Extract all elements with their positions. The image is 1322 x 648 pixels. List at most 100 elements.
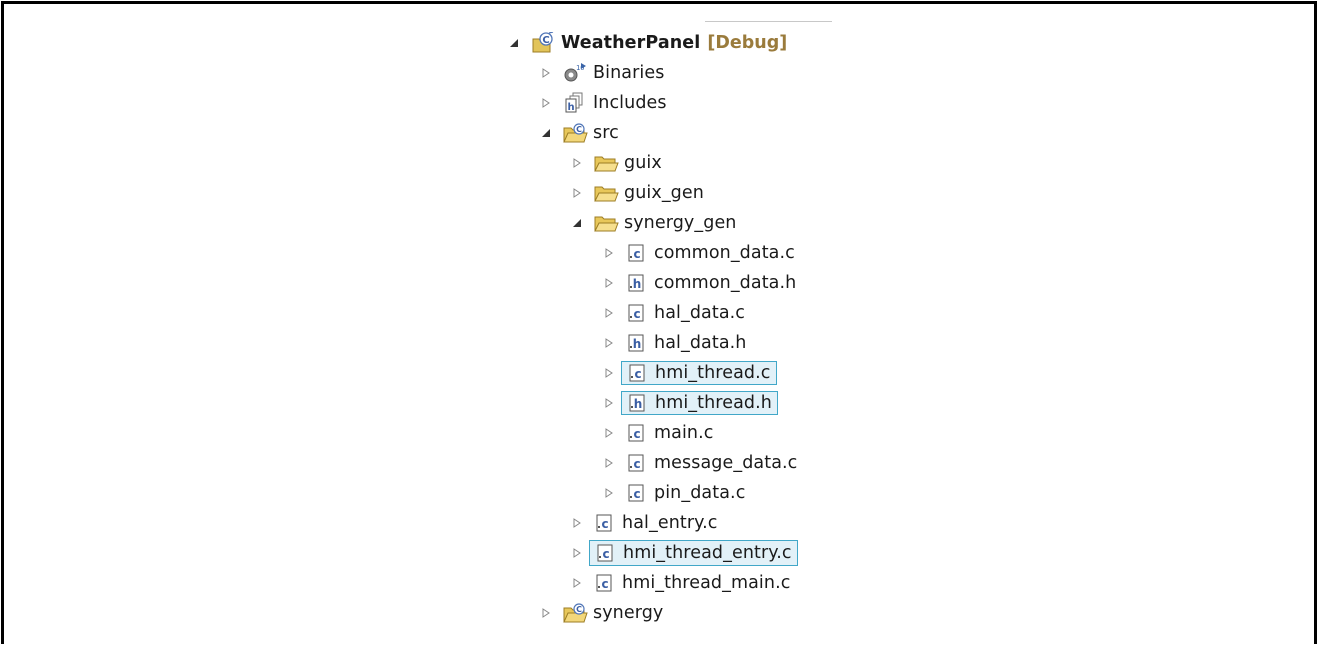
tree-item-file[interactable]: c hal_data.c (602, 299, 745, 327)
svg-text:c: c (633, 487, 640, 501)
tree-item-file[interactable]: c message_data.c (602, 449, 797, 477)
collapsed-arrow-icon[interactable] (570, 186, 584, 200)
tree-item-label: synergy (593, 603, 664, 623)
collapsed-arrow-icon[interactable] (602, 396, 616, 410)
tree-item-label: guix_gen (624, 183, 704, 203)
selection-highlight: c hmi_thread_entry.c (589, 540, 798, 566)
collapsed-arrow-icon[interactable] (602, 366, 616, 380)
tree-item-file[interactable]: c pin_data.c (602, 479, 745, 507)
tree-item-file-selected[interactable]: c hmi_thread_entry.c (570, 539, 798, 567)
tree-item-label: common_data.c (654, 243, 795, 263)
svg-text:h: h (634, 397, 643, 411)
tree-item-includes[interactable]: h Includes (539, 89, 667, 117)
collapsed-arrow-icon[interactable] (539, 66, 553, 80)
tree-item-project[interactable]: C WeatherPanel [Debug] (507, 29, 787, 57)
collapsed-arrow-icon[interactable] (602, 426, 616, 440)
tree-item-label: message_data.c (654, 453, 798, 473)
collapsed-arrow-icon[interactable] (602, 276, 616, 290)
collapsed-arrow-icon[interactable] (570, 546, 584, 560)
svg-text:c: c (634, 367, 641, 381)
h-file-icon: h (628, 334, 644, 352)
folder-icon (593, 153, 619, 173)
tree-item-label: hal_data.h (654, 333, 747, 353)
collapsed-arrow-icon[interactable] (570, 156, 584, 170)
includes-icon: h (562, 92, 588, 113)
svg-text:h: h (633, 337, 642, 351)
tree-item-label: guix (624, 153, 662, 173)
collapsed-arrow-icon[interactable] (602, 486, 616, 500)
tree-item-guix[interactable]: guix (570, 149, 662, 177)
c-file-icon: c (628, 454, 644, 472)
tree-item-binaries[interactable]: 10 Binaries (539, 59, 664, 87)
binaries-icon: 10 (562, 63, 588, 83)
svg-text:c: c (633, 307, 640, 321)
collapsed-arrow-icon[interactable] (602, 456, 616, 470)
tree-item-label: main.c (654, 423, 714, 443)
c-file-icon: c (597, 544, 613, 562)
tree-item-label: hmi_thread.c (655, 362, 771, 383)
source-folder-icon: C (562, 123, 588, 143)
expanded-arrow-icon[interactable] (507, 36, 521, 50)
svg-text:c: c (633, 457, 640, 471)
collapsed-arrow-icon[interactable] (539, 96, 553, 110)
source-folder-icon: C (562, 603, 588, 623)
collapsed-arrow-icon[interactable] (570, 516, 584, 530)
svg-text:c: c (633, 427, 640, 441)
collapsed-arrow-icon[interactable] (539, 606, 553, 620)
collapsed-arrow-icon[interactable] (602, 336, 616, 350)
tree-item-file[interactable]: c common_data.c (602, 239, 795, 267)
tree-item-label: pin_data.c (654, 483, 746, 503)
tree-item-file-selected[interactable]: c hmi_thread.c (602, 359, 777, 387)
tree-item-label: Binaries (593, 63, 665, 83)
tree-item-label: hmi_thread.h (655, 392, 772, 413)
c-project-icon: C (530, 32, 556, 53)
tree-item-file[interactable]: h hal_data.h (602, 329, 747, 357)
c-file-icon: c (628, 304, 644, 322)
c-file-icon: c (628, 484, 644, 502)
tree-item-guix-gen[interactable]: guix_gen (570, 179, 704, 207)
folder-icon (593, 213, 619, 233)
collapsed-arrow-icon[interactable] (602, 246, 616, 260)
c-file-icon: c (629, 364, 645, 382)
expanded-arrow-icon[interactable] (570, 216, 584, 230)
selection-highlight: h hmi_thread.h (621, 391, 778, 415)
expanded-arrow-icon[interactable] (539, 126, 553, 140)
tree-item-file[interactable]: h common_data.h (602, 269, 796, 297)
tree-item-label: common_data.h (654, 273, 797, 293)
svg-text:h: h (567, 102, 574, 113)
svg-text:c: c (633, 247, 640, 261)
collapsed-arrow-icon[interactable] (570, 576, 584, 590)
tree-item-src[interactable]: C src (539, 119, 619, 147)
tree-item-file[interactable]: c hmi_thread_main.c (570, 569, 790, 597)
tree-item-file[interactable]: c main.c (602, 419, 714, 447)
svg-text:h: h (633, 277, 642, 291)
project-name: WeatherPanel (561, 33, 701, 53)
c-file-icon: c (596, 574, 612, 592)
tree-item-label: src (593, 123, 619, 143)
tree-item-synergy[interactable]: C synergy (539, 599, 663, 627)
c-file-icon: c (596, 514, 612, 532)
svg-text:C: C (576, 125, 582, 134)
collapsed-arrow-icon[interactable] (602, 306, 616, 320)
svg-text:C: C (576, 605, 582, 614)
h-file-icon: h (629, 394, 645, 412)
tree-item-label: hmi_thread_entry.c (623, 542, 792, 563)
svg-text:C: C (542, 35, 549, 46)
selection-highlight: c hmi_thread.c (621, 361, 777, 385)
h-file-icon: h (628, 274, 644, 292)
folder-icon (593, 183, 619, 203)
build-config-label: [Debug] (707, 33, 788, 53)
svg-text:c: c (601, 577, 608, 591)
svg-text:c: c (602, 547, 609, 561)
tree-item-label: hmi_thread_main.c (622, 573, 791, 593)
tree-item-synergy-gen[interactable]: synergy_gen (570, 209, 737, 237)
tree-item-file-selected[interactable]: h hmi_thread.h (602, 389, 778, 417)
tree-item-label: hal_data.c (654, 303, 746, 323)
c-file-icon: c (628, 424, 644, 442)
divider (705, 21, 832, 22)
tree-item-file[interactable]: c hal_entry.c (570, 509, 718, 537)
tree-item-label: hal_entry.c (622, 513, 718, 533)
c-file-icon: c (628, 244, 644, 262)
tree-item-label: Includes (593, 93, 667, 113)
tree-item-label: synergy_gen (624, 213, 737, 233)
